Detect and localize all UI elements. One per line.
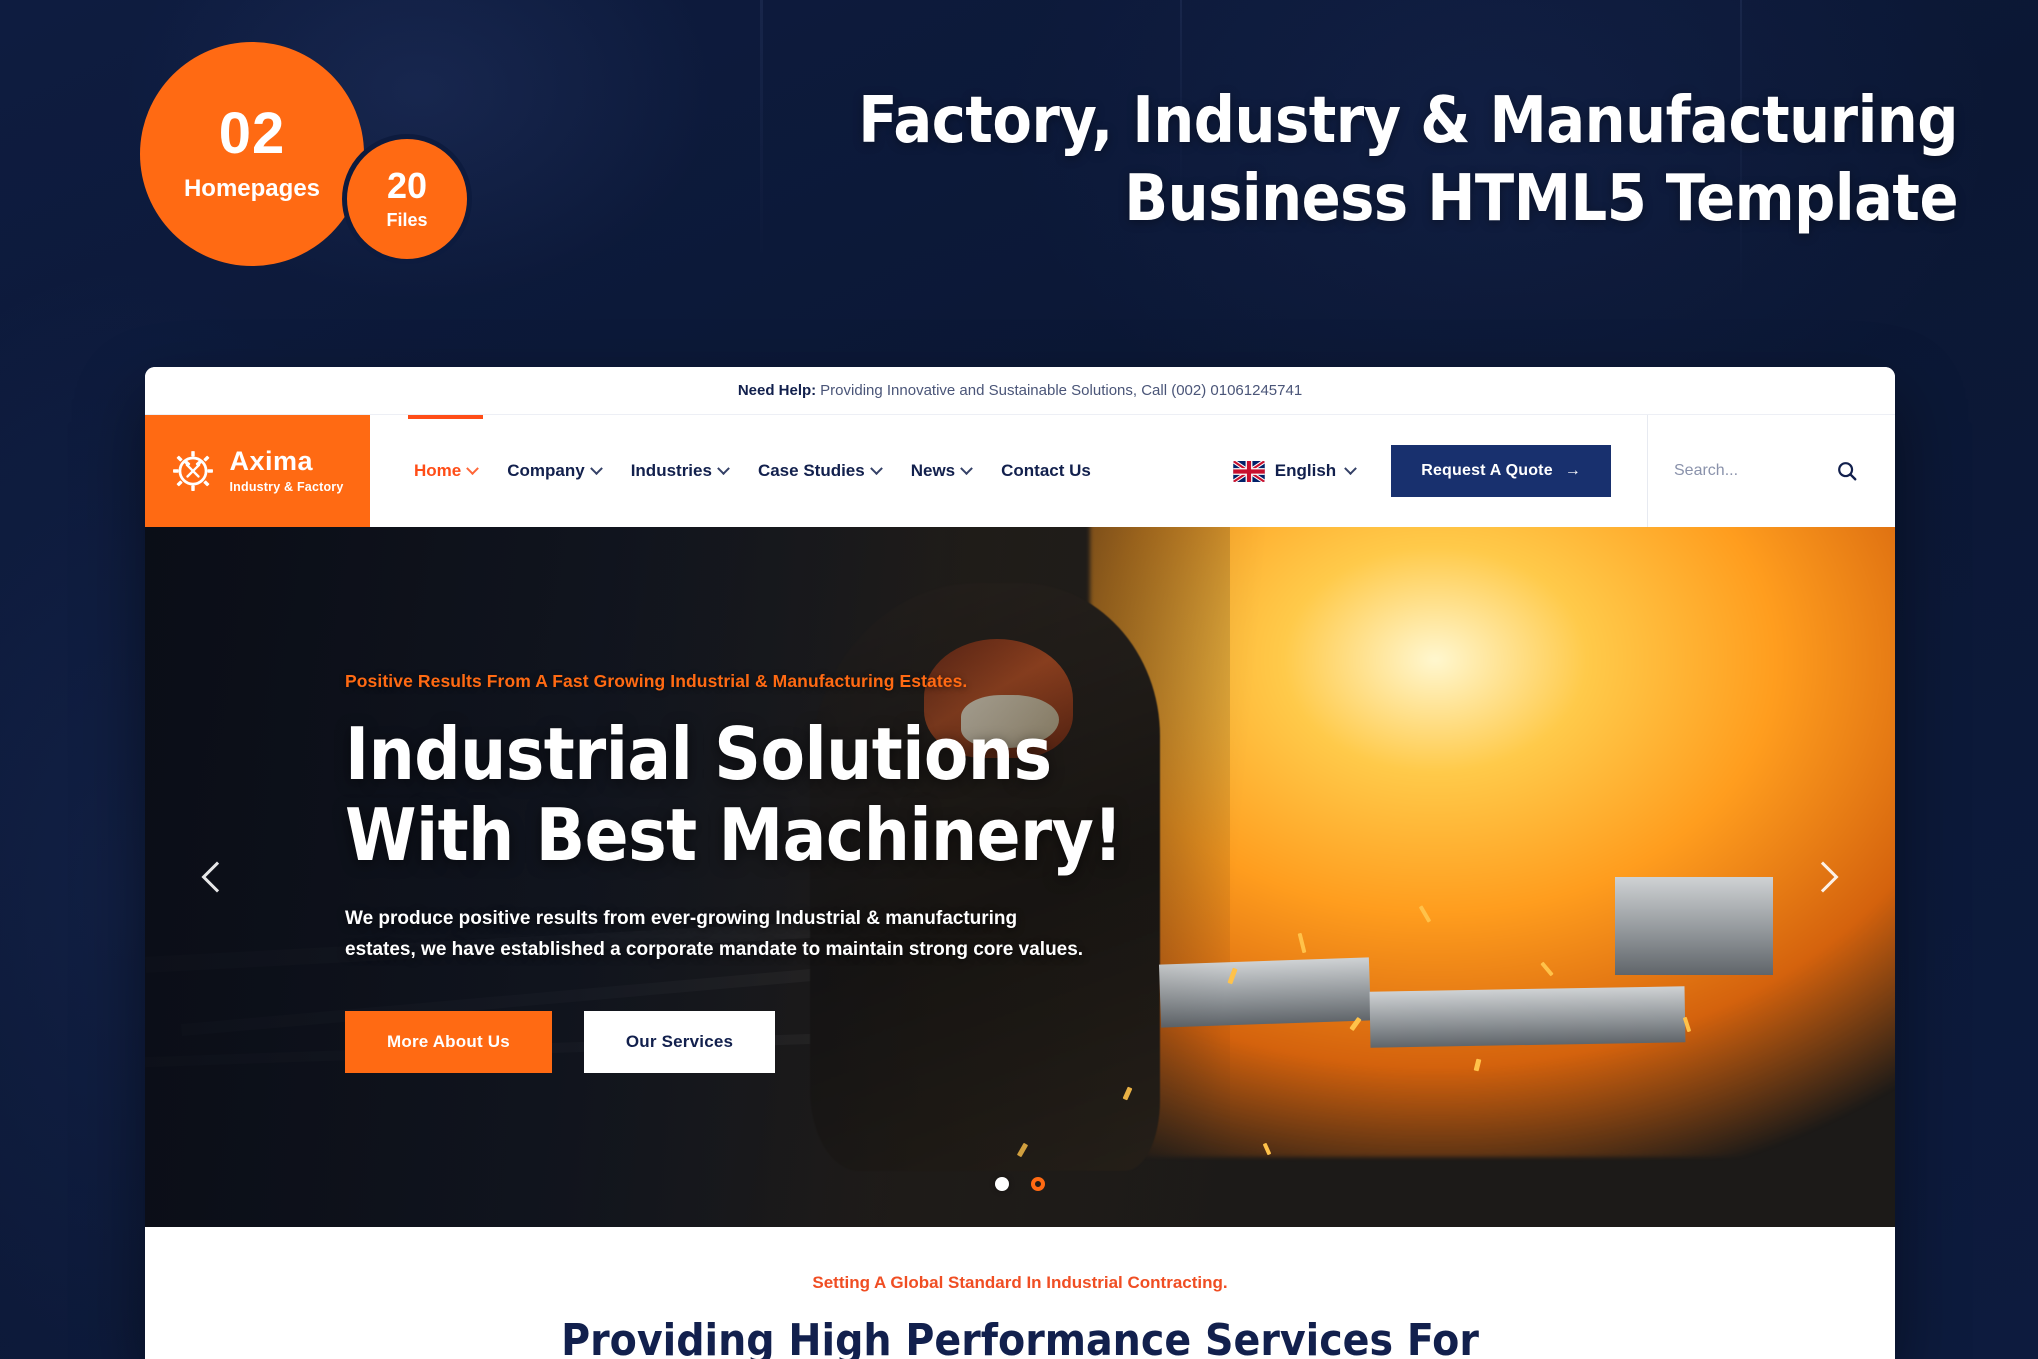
services-intro-heading: Providing High Performance Services For xyxy=(561,1315,1479,1359)
request-a-quote-button[interactable]: Request A Quote → xyxy=(1391,445,1611,497)
hero-slider: Positive Results From A Fast Growing Ind… xyxy=(145,527,1895,1227)
services-intro-eyebrow: Setting A Global Standard In Industrial … xyxy=(812,1273,1228,1292)
help-topbar: Need Help: Providing Innovative and Sust… xyxy=(145,367,1895,415)
slider-dot-2[interactable] xyxy=(1031,1177,1045,1191)
search-input[interactable] xyxy=(1674,462,1824,480)
hero-paragraph: We produce positive results from ever-gr… xyxy=(345,907,1084,961)
site-logo[interactable]: Axima Industry & Factory xyxy=(145,415,370,527)
chevron-down-icon xyxy=(960,461,974,475)
hero-heading-line-1: Industrial Solutions xyxy=(345,712,1052,796)
chevron-down-icon xyxy=(869,461,883,475)
logo-tagline: Industry & Factory xyxy=(229,480,344,494)
hero-content: Positive Results From A Fast Growing Ind… xyxy=(345,671,1135,1074)
search-icon[interactable] xyxy=(1836,460,1858,482)
hero-heading-line-2: With Best Machinery! xyxy=(345,793,1123,878)
slider-prev-arrow[interactable] xyxy=(193,853,241,901)
nav-item-news[interactable]: News xyxy=(910,415,974,527)
need-help-label: Need Help: xyxy=(737,382,817,399)
nav-item-contact-us[interactable]: Contact Us xyxy=(1001,415,1091,527)
language-label: English xyxy=(1274,461,1337,480)
hero-heading: Industrial Solutions With Best Machinery… xyxy=(345,712,1135,878)
nav-item-industries[interactable]: Industries xyxy=(630,415,730,527)
request-a-quote-label: Request A Quote xyxy=(1421,462,1553,479)
chevron-down-icon xyxy=(1344,461,1358,475)
slider-dot-1[interactable] xyxy=(995,1177,1009,1191)
main-navigation: Home Company Industries Case Studies New… xyxy=(370,415,1091,527)
uk-flag-icon xyxy=(1232,460,1265,482)
gear-hammers-icon xyxy=(173,451,214,491)
slider-pagination xyxy=(995,1177,1045,1191)
chevron-down-icon xyxy=(466,461,480,475)
need-help-text: Providing Innovative and Sustainable Sol… xyxy=(820,382,1303,399)
arrow-right-icon: → xyxy=(1564,462,1581,479)
nav-item-news-label: News xyxy=(910,461,956,480)
nav-item-industries-label: Industries xyxy=(630,461,712,480)
more-about-us-button[interactable]: More About Us xyxy=(345,1011,552,1074)
nav-item-company-label: Company xyxy=(507,461,585,480)
hero-eyebrow: Positive Results From A Fast Growing Ind… xyxy=(345,671,968,691)
nav-item-company[interactable]: Company xyxy=(507,415,603,527)
nav-item-contact-us-label: Contact Us xyxy=(1001,461,1091,480)
website-preview-window: Need Help: Providing Innovative and Sust… xyxy=(145,367,1895,1359)
slider-next-arrow[interactable] xyxy=(1799,853,1847,901)
promo-title: Factory, Industry & Manufacturing Busine… xyxy=(0,82,1958,238)
services-intro-section: Setting A Global Standard In Industrial … xyxy=(145,1227,1895,1359)
chevron-down-icon xyxy=(589,461,603,475)
nav-item-home-label: Home xyxy=(414,461,462,480)
nav-item-case-studies-label: Case Studies xyxy=(757,461,865,480)
nav-item-home[interactable]: Home xyxy=(407,415,484,527)
site-header: Axima Industry & Factory Home Company In… xyxy=(145,415,1895,527)
logo-brand: Axima xyxy=(229,446,314,476)
hero-cta-group: More About Us Our Services xyxy=(345,1011,1135,1074)
promo-title-line-2: Business HTML5 Template xyxy=(1124,162,1958,237)
nav-item-case-studies[interactable]: Case Studies xyxy=(757,415,883,527)
chevron-down-icon xyxy=(717,461,730,475)
search-area xyxy=(1647,415,1895,527)
promo-title-line-1: Factory, Industry & Manufacturing xyxy=(858,84,1958,158)
language-switcher[interactable]: English xyxy=(1232,460,1358,482)
header-actions: English Request A Quote → xyxy=(1232,415,1895,527)
our-services-button[interactable]: Our Services xyxy=(583,1011,776,1074)
